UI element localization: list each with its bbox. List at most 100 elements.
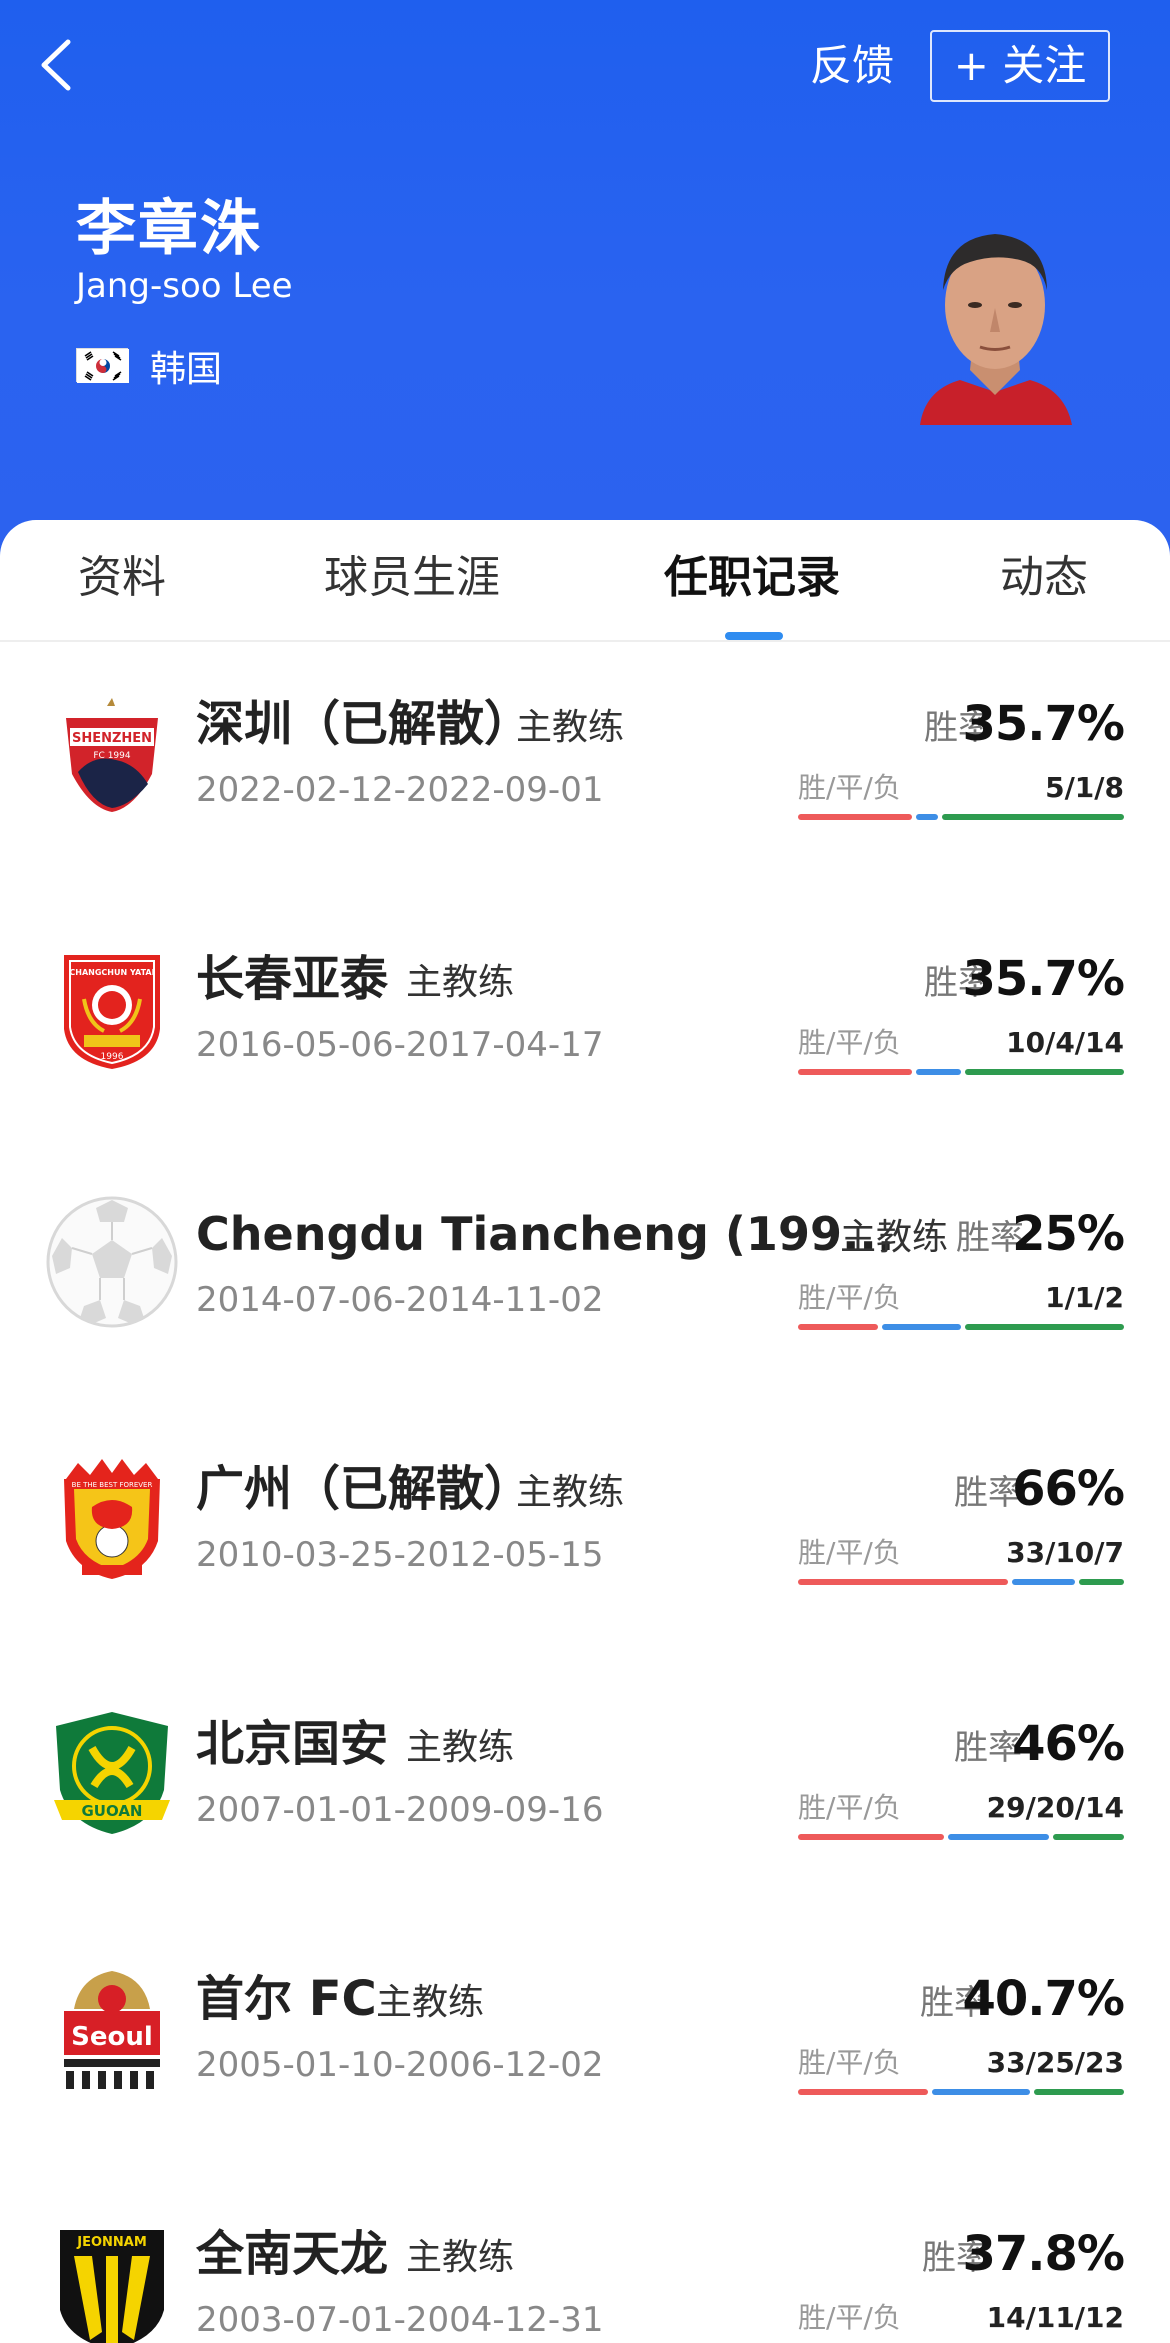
tenure-dates: 2005-01-10-2006-12-02 — [196, 2045, 604, 2085]
wdl-bar — [798, 1069, 1124, 1075]
wdl-label: 胜/平/负 — [798, 771, 901, 804]
tenure-dates: 2022-02-12-2022-09-01 — [196, 770, 604, 810]
profile-header: 反馈 + 关注 李章洙 Jang-soo Lee 韩国 — [0, 0, 1170, 560]
tab-profile[interactable]: 资料 — [78, 548, 166, 608]
win-rate-value: 46% — [1012, 1716, 1125, 1772]
wdl-bar-loss — [964, 1069, 1124, 1075]
changchun-yatai-logo: CHANGCHUN YATAI 1996 — [44, 939, 180, 1075]
team-name: 深圳（已解散） — [196, 696, 533, 752]
role-label: 主教练 — [406, 2237, 515, 2278]
wdl-bar — [798, 2089, 1124, 2095]
wdl-bar — [798, 1834, 1124, 1840]
role-label: 主教练 — [406, 962, 515, 1003]
team-name: 首尔 FC — [196, 1971, 377, 2027]
wdl-bar-win — [798, 1324, 878, 1330]
wdl-bar-draw — [1011, 1579, 1076, 1585]
wdl-bar — [798, 1579, 1124, 1585]
record-item[interactable]: CHANGCHUN YATAI 1996 长春亚泰 主教练 2016-05-06… — [0, 919, 1170, 1174]
wdl-value: 33/10/7 — [1006, 1536, 1124, 1569]
tab-player-career[interactable]: 球员生涯 — [324, 548, 500, 608]
wdl-bar-loss — [1079, 1579, 1124, 1585]
wdl-bar-draw — [915, 814, 939, 820]
wdl-value: 10/4/14 — [1006, 1026, 1124, 1059]
wdl-value: 1/1/2 — [1045, 1281, 1124, 1314]
wdl-bar — [798, 1324, 1124, 1330]
svg-text:JEONNAM: JEONNAM — [76, 2235, 147, 2250]
svg-text:1996: 1996 — [101, 1052, 124, 1062]
wdl-value: 14/11/12 — [986, 2301, 1124, 2334]
team-name: 长春亚泰 — [196, 951, 389, 1007]
team-name: 北京国安 — [196, 1716, 389, 1772]
coach-avatar — [900, 210, 1090, 425]
svg-text:CHANGCHUN YATAI: CHANGCHUN YATAI — [69, 968, 154, 977]
jeonnam-dragons-logo: JEONNAM — [44, 2214, 180, 2343]
beijing-guoan-logo: GUOAN — [44, 1704, 180, 1840]
wdl-bar-draw — [915, 1069, 961, 1075]
follow-button[interactable]: + 关注 — [930, 30, 1110, 102]
wdl-bar-draw — [881, 1324, 961, 1330]
record-item[interactable]: Chengdu Tiancheng (199... 主教练 胜率 25% 201… — [0, 1174, 1170, 1429]
record-item[interactable]: GUOAN 北京国安 主教练 2007-01-01-2009-09-16 胜率 … — [0, 1684, 1170, 1939]
tenure-dates: 2003-07-01-2004-12-31 — [196, 2300, 604, 2340]
win-rate-value: 25% — [1012, 1206, 1125, 1262]
wdl-bar-win — [798, 1069, 912, 1075]
svg-text:FC 1994: FC 1994 — [93, 751, 131, 761]
tenure-dates: 2010-03-25-2012-05-15 — [196, 1535, 604, 1575]
active-tab-indicator — [725, 632, 783, 640]
wdl-bar-win — [798, 1834, 945, 1840]
wdl-label: 胜/平/负 — [798, 1791, 901, 1824]
role-label: 主教练 — [516, 1472, 625, 1513]
wdl-label: 胜/平/负 — [798, 1281, 901, 1314]
win-rate-value: 35.7% — [962, 696, 1125, 752]
wdl-label: 胜/平/负 — [798, 1026, 901, 1059]
back-icon[interactable] — [30, 30, 90, 100]
feedback-button[interactable]: 反馈 — [810, 36, 894, 96]
shenzhen-fc-logo: SHENZHEN FC 1994 — [44, 684, 180, 820]
role-label: 主教练 — [376, 1982, 485, 2023]
wdl-bar-win — [798, 2089, 928, 2095]
role-label: 主教练 — [516, 707, 625, 748]
wdl-bar-loss — [965, 1324, 1124, 1330]
wdl-bar-win — [798, 1579, 1008, 1585]
wdl-bar-draw — [948, 1834, 1050, 1840]
country-label: 韩国 — [150, 349, 223, 390]
win-rate-value: 66% — [1012, 1461, 1125, 1517]
wdl-bar-draw — [931, 2089, 1030, 2095]
record-item[interactable]: Seoul 首尔 FC 主教练 2005-01-10-2006-12-02 胜率… — [0, 1939, 1170, 2194]
coach-name: 李章洙 — [76, 194, 262, 264]
wdl-label: 胜/平/负 — [798, 2301, 901, 2334]
wdl-label: 胜/平/负 — [798, 1536, 901, 1569]
team-name: Chengdu Tiancheng (199... — [196, 1207, 895, 1261]
team-name: 全南天龙 — [196, 2226, 389, 2282]
coach-name-en: Jang-soo Lee — [76, 266, 293, 306]
svg-text:BE THE BEST FOREVER: BE THE BEST FOREVER — [72, 1481, 153, 1489]
tenure-dates: 2014-07-06-2014-11-02 — [196, 1280, 604, 1320]
wdl-bar-loss — [942, 814, 1124, 820]
wdl-bar-loss — [1053, 1834, 1124, 1840]
guangzhou-fc-logo: BE THE BEST FOREVER — [44, 1449, 180, 1585]
svg-text:Seoul: Seoul — [71, 2022, 153, 2052]
tab-bar: 资料 球员生涯 任职记录 动态 — [0, 520, 1170, 642]
role-label: 主教练 — [840, 1217, 949, 1258]
team-name: 广州（已解散） — [196, 1461, 533, 1517]
fc-seoul-logo: Seoul — [44, 1959, 180, 2095]
svg-text:GUOAN: GUOAN — [81, 1802, 142, 1820]
tab-coaching-record[interactable]: 任职记录 — [664, 548, 840, 608]
role-label: 主教练 — [406, 1727, 515, 1768]
wdl-bar — [798, 814, 1124, 820]
wdl-bar-loss — [1033, 2089, 1124, 2095]
tenure-dates: 2007-01-01-2009-09-16 — [196, 1790, 604, 1830]
win-rate-value: 37.8% — [962, 2226, 1125, 2282]
korea-flag-icon — [76, 348, 129, 383]
wdl-value: 29/20/14 — [986, 1791, 1124, 1824]
soccer-ball-icon — [44, 1194, 180, 1330]
tenure-dates: 2016-05-06-2017-04-17 — [196, 1025, 604, 1065]
tab-news[interactable]: 动态 — [1000, 548, 1088, 608]
wdl-value: 33/25/23 — [986, 2046, 1124, 2079]
record-item[interactable]: SHENZHEN FC 1994 深圳（已解散） 主教练 2022-02-12-… — [0, 664, 1170, 919]
win-rate-value: 35.7% — [962, 951, 1125, 1007]
win-rate-value: 40.7% — [962, 1971, 1125, 2027]
svg-text:SHENZHEN: SHENZHEN — [72, 731, 152, 746]
record-item[interactable]: BE THE BEST FOREVER 广州（已解散） 主教练 2010-03-… — [0, 1429, 1170, 1684]
record-item[interactable]: JEONNAM 全南天龙 主教练 2003-07-01-2004-12-31 胜… — [0, 2194, 1170, 2343]
